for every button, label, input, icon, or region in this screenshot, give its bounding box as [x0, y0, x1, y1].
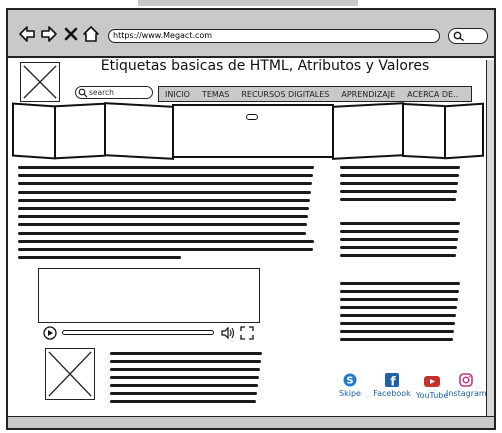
text-line	[110, 400, 256, 403]
text-line	[18, 166, 314, 169]
text-line	[340, 338, 453, 341]
forward-arrow-icon[interactable]	[40, 24, 58, 44]
text-line	[110, 360, 261, 363]
text-line	[340, 190, 457, 193]
text-line	[18, 239, 314, 243]
menu-item-aprendizaje[interactable]: APRENDIZAJE	[335, 90, 401, 99]
logo-image-placeholder	[20, 62, 60, 102]
text-line	[340, 246, 457, 249]
carousel-slide	[104, 102, 174, 160]
url-bar[interactable]: https://www.Megact.com	[108, 29, 440, 43]
text-line	[340, 230, 459, 233]
social-label: Skipe	[339, 389, 361, 398]
social-label: Facebook	[373, 389, 411, 398]
fullscreen-icon[interactable]	[240, 326, 254, 340]
carousel-slide	[12, 102, 56, 160]
text-line	[18, 215, 308, 219]
text-line	[340, 166, 460, 169]
browser-search-box[interactable]	[448, 28, 488, 44]
text-line	[340, 238, 458, 241]
image-carousel[interactable]	[12, 102, 484, 160]
vertical-scrollbar[interactable]	[486, 60, 494, 416]
text-line	[340, 298, 458, 301]
svg-text:S: S	[346, 376, 353, 387]
carousel-slide	[444, 102, 484, 160]
carousel-slide	[332, 102, 404, 160]
text-line	[340, 222, 460, 225]
menu-item-temas[interactable]: TEMAS	[196, 90, 235, 99]
text-line	[110, 392, 257, 395]
volume-icon[interactable]	[220, 326, 236, 340]
text-line	[18, 248, 313, 251]
text-line	[340, 330, 454, 333]
text-line	[340, 254, 456, 257]
text-line	[340, 198, 456, 201]
instagram-icon	[459, 373, 473, 387]
menu-item-inicio[interactable]: INICIO	[159, 90, 196, 99]
carousel-active-slide	[172, 104, 334, 158]
page-title: Etiquetas basicas de HTML, Atributos y V…	[100, 58, 430, 74]
text-line	[18, 190, 311, 194]
menu-item-recursos-digitales[interactable]: RECURSOS DIGITALES	[235, 90, 335, 99]
text-line	[340, 182, 458, 185]
back-arrow-icon[interactable]	[18, 24, 36, 44]
search-placeholder: search	[89, 88, 114, 97]
social-facebook[interactable]: f Facebook	[372, 373, 412, 398]
text-line	[18, 256, 181, 260]
text-line	[110, 376, 259, 379]
text-line	[340, 290, 459, 293]
top-edge	[138, 0, 358, 6]
close-icon[interactable]	[64, 24, 78, 44]
play-icon[interactable]	[42, 326, 58, 340]
social-label: Instagram	[446, 389, 487, 398]
text-line	[18, 182, 312, 186]
text-line	[340, 322, 455, 325]
text-line	[340, 282, 460, 285]
text-line	[18, 174, 313, 178]
text-line	[18, 198, 310, 202]
text-line	[340, 314, 456, 317]
carousel-slide	[402, 102, 446, 160]
text-line	[110, 384, 258, 387]
text-line	[110, 368, 260, 371]
horizontal-scrollbar[interactable]	[8, 416, 494, 428]
menu-item-acerca-de[interactable]: ACERCA DE..	[401, 90, 464, 99]
home-icon[interactable]	[82, 24, 100, 44]
search-icon	[453, 31, 464, 41]
youtube-icon	[424, 376, 440, 387]
site-search-input[interactable]: search	[75, 86, 153, 99]
text-line	[18, 207, 309, 210]
facebook-icon: f	[385, 373, 399, 389]
carousel-slide	[54, 102, 106, 160]
video-progress-bar[interactable]	[62, 330, 214, 335]
main-menu: INICIO TEMAS RECURSOS DIGITALES APRENDIZ…	[158, 86, 472, 102]
text-line	[18, 231, 306, 235]
text-line	[110, 352, 262, 355]
search-icon	[78, 88, 88, 98]
browser-toolbar: https://www.Megact.com	[8, 10, 494, 58]
text-line	[340, 306, 457, 309]
svg-text:f: f	[390, 375, 396, 388]
article-image-placeholder	[45, 348, 95, 400]
carousel-indicator[interactable]	[246, 114, 258, 120]
social-skype[interactable]: S Skipe	[330, 373, 370, 398]
video-controls	[38, 322, 260, 342]
text-line	[18, 223, 307, 227]
skype-icon: S	[343, 373, 357, 387]
social-instagram[interactable]: Instagram	[446, 373, 487, 398]
text-line	[340, 174, 459, 177]
